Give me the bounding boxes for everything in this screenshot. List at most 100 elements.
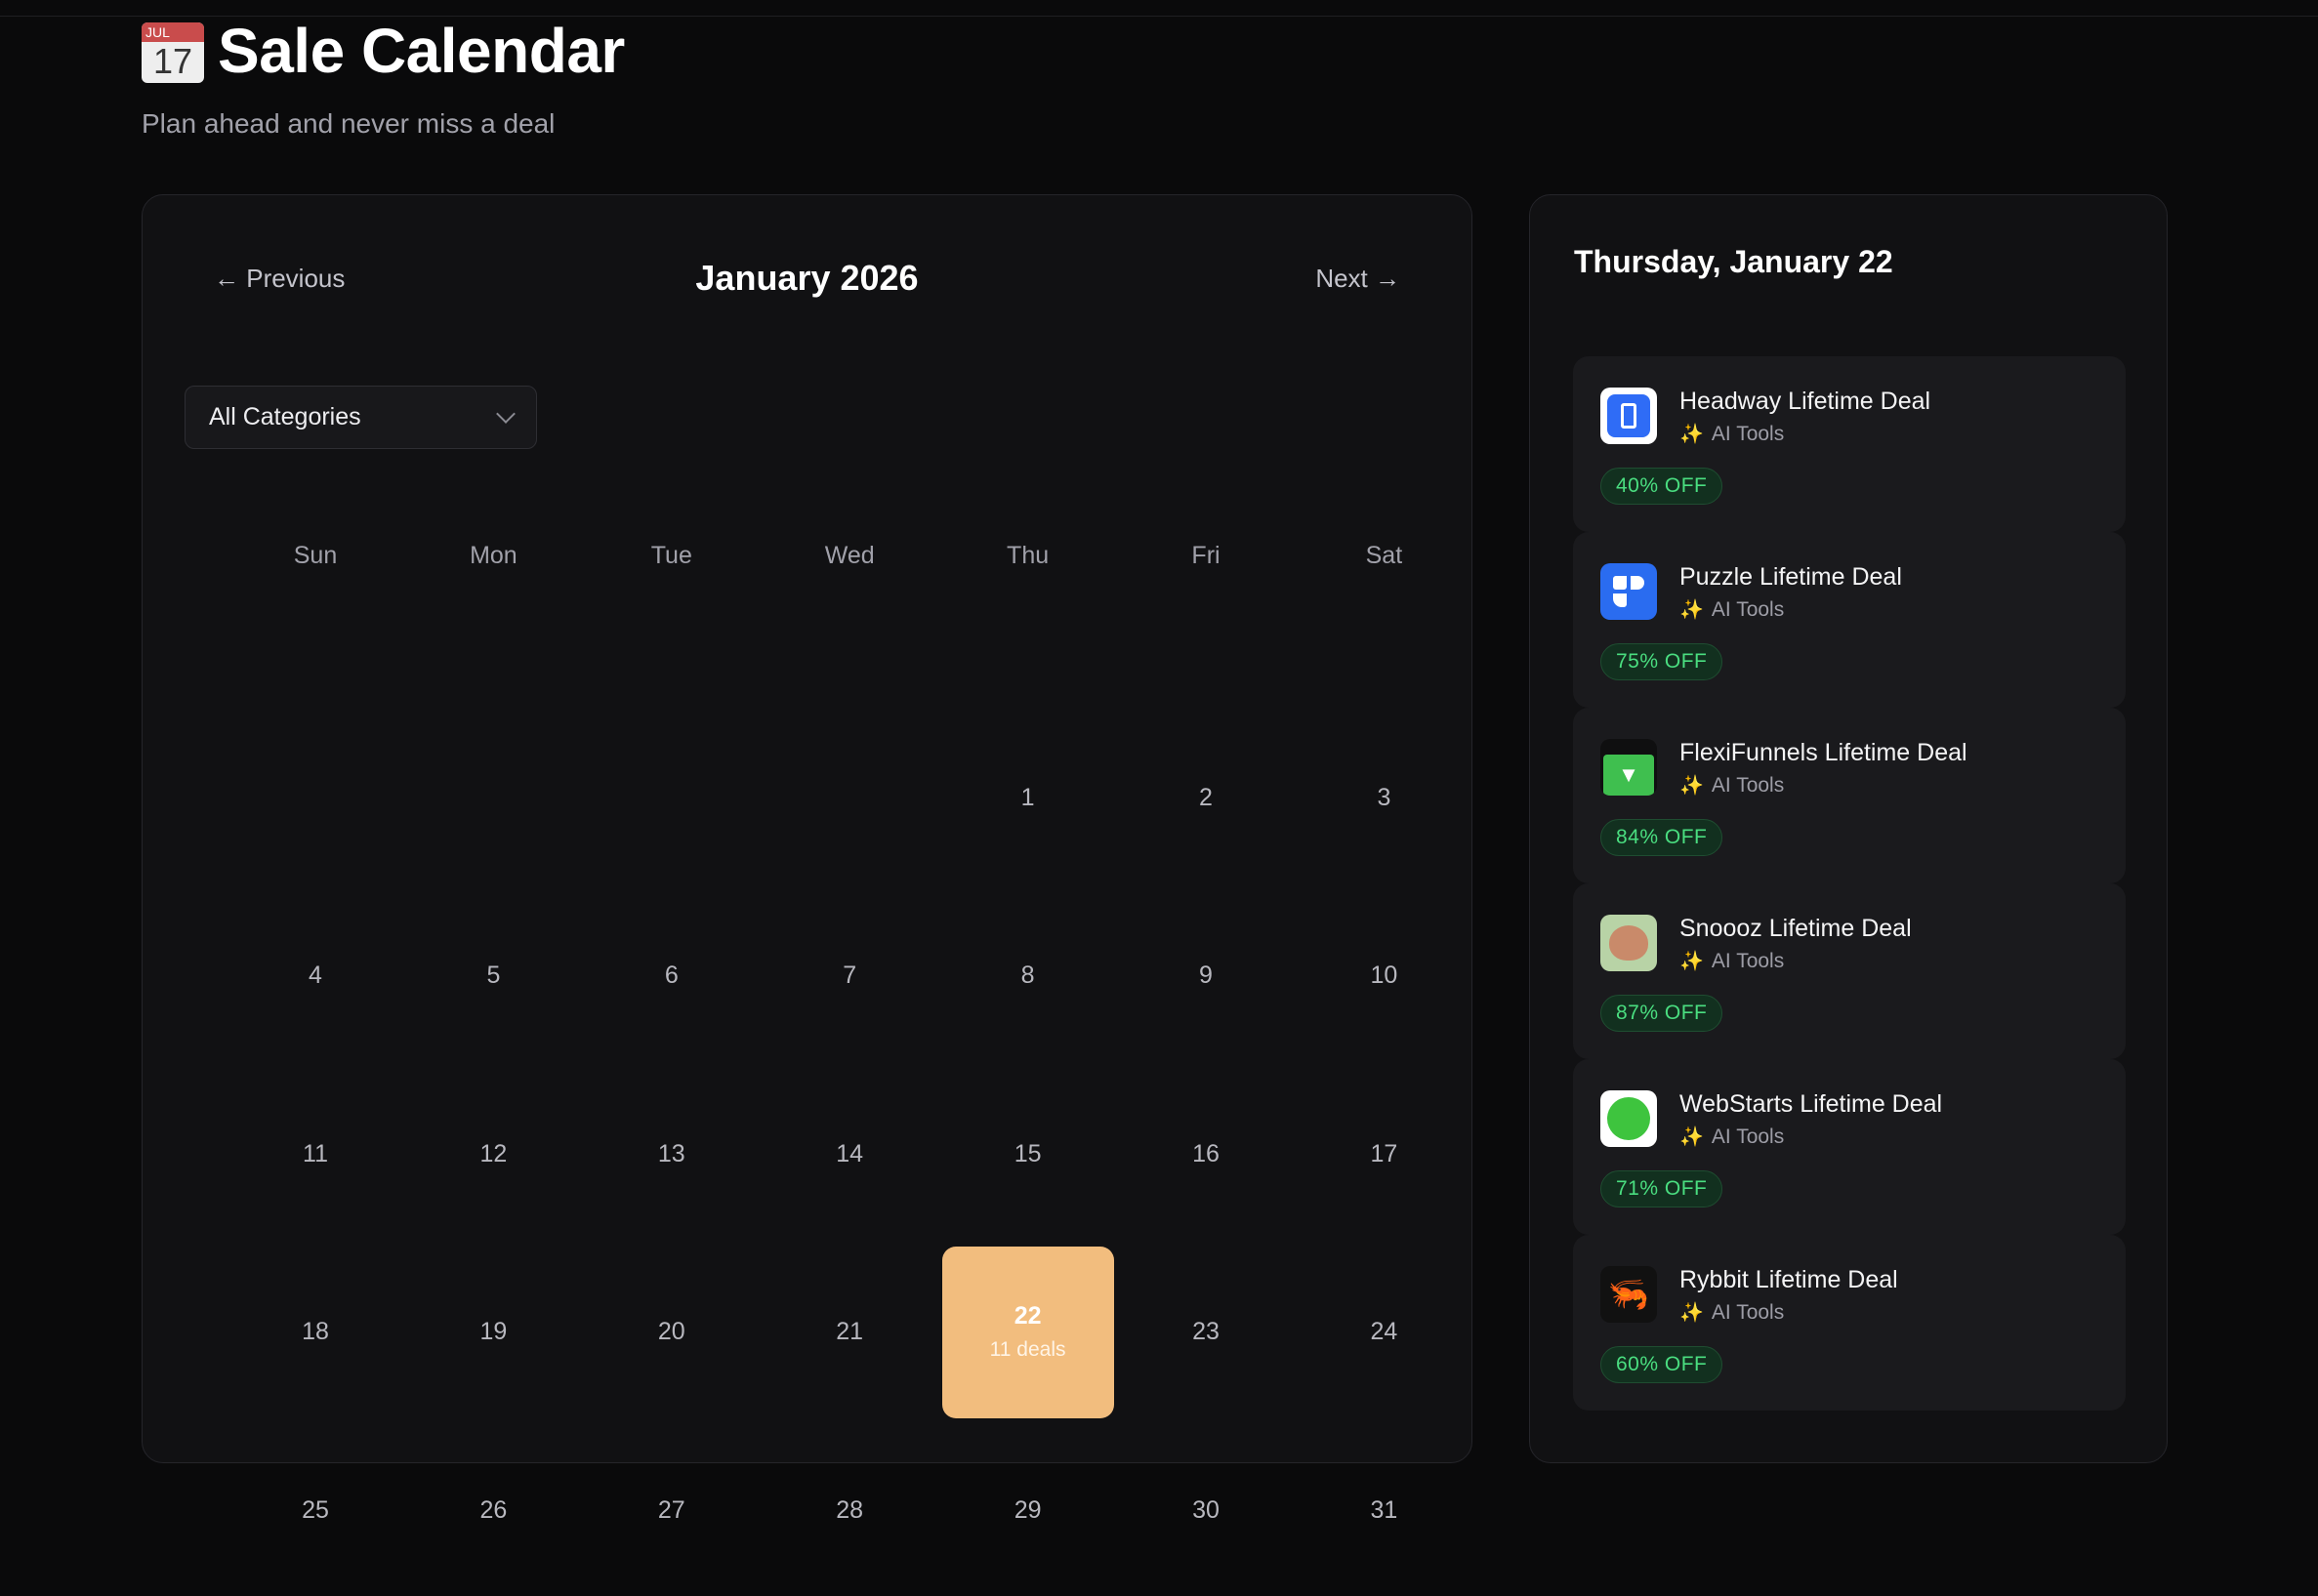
deal-card[interactable]: Headway Lifetime Deal ✨ AI Tools 40% OFF <box>1573 356 2126 532</box>
calendar-panel: ← Previous January 2026 Next → All Categ… <box>142 194 1472 1524</box>
day-number: 28 <box>836 1495 864 1524</box>
calendar-day-22[interactable]: 22 11 deals <box>941 1246 1114 1418</box>
deal-category: ✨ AI Tools <box>1679 597 1784 622</box>
deal-category: ✨ AI Tools <box>1679 1125 1784 1149</box>
calendar-day-5[interactable]: 5 <box>407 890 579 1062</box>
sparkle-icon: ✨ <box>1679 424 1704 445</box>
deal-category-label: AI Tools <box>1711 949 1785 972</box>
weekday-sun: Sun <box>293 542 338 569</box>
calendar-day-26[interactable]: 26 <box>407 1424 579 1596</box>
webstarts-logo-icon <box>1600 1090 1657 1147</box>
day-number: 29 <box>1014 1495 1042 1524</box>
deal-category: ✨ AI Tools <box>1679 773 1784 798</box>
day-number: 15 <box>1014 1139 1042 1167</box>
discount-badge: 71% OFF <box>1600 1170 1723 1207</box>
sparkle-icon: ✨ <box>1679 951 1704 972</box>
day-detail-panel: Thursday, January 22 Headway Lifetime De… <box>1529 194 2168 1463</box>
day-number: 16 <box>1192 1139 1220 1167</box>
deal-card[interactable]: 🦐 Rybbit Lifetime Deal ✨ AI Tools 60% OFF <box>1573 1235 2126 1411</box>
category-select[interactable]: All Categories <box>185 386 537 449</box>
calendar-day-31[interactable]: 31 <box>1298 1424 1469 1596</box>
day-number: 19 <box>479 1318 508 1346</box>
snoooz-logo-icon <box>1600 915 1657 971</box>
discount-badge: 60% OFF <box>1600 1346 1723 1383</box>
puzzle-logo-icon <box>1600 563 1657 620</box>
day-number: 24 <box>1370 1318 1398 1346</box>
calendar-day-4[interactable]: 4 <box>229 890 401 1062</box>
day-number: 30 <box>1192 1495 1220 1524</box>
day-number: 13 <box>657 1139 685 1167</box>
calendar-day-18[interactable]: 18 <box>229 1247 401 1418</box>
day-number: 1 <box>1020 783 1035 811</box>
day-number: 10 <box>1370 962 1398 990</box>
weekday-header: Sun Mon Tue Wed Thu Fri Sat <box>143 542 1471 581</box>
calendar-day-21[interactable]: 21 <box>764 1247 935 1418</box>
day-number: 26 <box>479 1495 508 1524</box>
calendar-day-3[interactable]: 3 <box>1298 712 1469 883</box>
day-number: 20 <box>657 1318 685 1346</box>
calendar-day-8[interactable]: 8 <box>942 890 1114 1062</box>
day-number: 21 <box>836 1318 864 1346</box>
month-title: January 2026 <box>695 258 919 298</box>
deal-category: ✨ AI Tools <box>1679 422 1784 446</box>
calendar-day-16[interactable]: 16 <box>1120 1068 1292 1240</box>
calendar-day-6[interactable]: 6 <box>586 890 758 1062</box>
deal-card[interactable]: Puzzle Lifetime Deal ✨ AI Tools 75% OFF <box>1573 532 2126 708</box>
calendar-day-17[interactable]: 17 <box>1298 1068 1469 1240</box>
calendar-day-25[interactable]: 25 <box>229 1424 401 1596</box>
discount-badge: 75% OFF <box>1600 643 1723 680</box>
deal-name: Rybbit Lifetime Deal <box>1679 1266 1898 1293</box>
deal-category-label: AI Tools <box>1711 422 1785 445</box>
deal-card[interactable]: ▼ FlexiFunnels Lifetime Deal ✨ AI Tools 84% … <box>1573 708 2126 883</box>
calendar-day-19[interactable]: 19 <box>407 1247 579 1418</box>
calendar-emoji-month: JUL <box>142 22 204 42</box>
deal-category: ✨ AI Tools <box>1679 949 1784 973</box>
day-number: 14 <box>836 1139 864 1167</box>
deal-name: FlexiFunnels Lifetime Deal <box>1679 739 1967 766</box>
calendar-day-15[interactable]: 15 <box>942 1068 1114 1240</box>
calendar-day-24[interactable]: 24 <box>1298 1247 1469 1418</box>
sparkle-icon: ✨ <box>1679 1302 1704 1324</box>
page-header: JUL 17 Sale Calendar Plan ahead and neve… <box>142 15 625 140</box>
discount-badge: 40% OFF <box>1600 468 1723 505</box>
deal-category: ✨ AI Tools <box>1679 1300 1784 1325</box>
calendar-day-27[interactable]: 27 <box>586 1424 758 1596</box>
calendar-day-30[interactable]: 30 <box>1120 1424 1292 1596</box>
calendar-day-14[interactable]: 14 <box>764 1068 935 1240</box>
chevron-down-icon <box>496 403 516 424</box>
calendar-day-29[interactable]: 29 <box>942 1424 1114 1596</box>
deal-name: WebStarts Lifetime Deal <box>1679 1090 1943 1118</box>
deal-name: Snoooz Lifetime Deal <box>1679 915 1912 942</box>
deal-card[interactable]: Snoooz Lifetime Deal ✨ AI Tools 87% OFF <box>1573 883 2126 1059</box>
calendar-day-12[interactable]: 12 <box>407 1068 579 1240</box>
page-title: Sale Calendar <box>218 16 625 86</box>
day-number: 9 <box>1199 962 1213 990</box>
next-month-button[interactable]: Next → <box>1315 254 1400 303</box>
calendar-day-2[interactable]: 2 <box>1120 712 1292 883</box>
calendar-day-28[interactable]: 28 <box>764 1424 935 1596</box>
flexifunnels-logo-icon: ▼ <box>1600 739 1657 796</box>
selected-date-title: Thursday, January 22 <box>1574 244 1893 279</box>
calendar-day-10[interactable]: 10 <box>1298 890 1469 1062</box>
day-number: 3 <box>1377 783 1391 811</box>
calendar-day-7[interactable]: 7 <box>764 890 935 1062</box>
weekday-fri: Fri <box>1191 542 1221 569</box>
title-row: JUL 17 Sale Calendar <box>142 15 625 87</box>
deal-card[interactable]: WebStarts Lifetime Deal ✨ AI Tools 71% OFF <box>1573 1059 2126 1235</box>
category-select-value: All Categories <box>209 403 361 430</box>
deal-category-label: AI Tools <box>1711 1125 1785 1148</box>
calendar-day-20[interactable]: 20 <box>586 1247 758 1418</box>
deal-name: Puzzle Lifetime Deal <box>1679 563 1902 591</box>
day-number: 7 <box>843 962 857 990</box>
calendar-day-1[interactable]: 1 <box>942 712 1114 883</box>
discount-badge: 87% OFF <box>1600 995 1723 1032</box>
page-subtitle: Plan ahead and never miss a deal <box>142 108 556 139</box>
calendar-day-11[interactable]: 11 <box>229 1068 401 1240</box>
calendar-day-9[interactable]: 9 <box>1120 890 1292 1062</box>
deal-category-label: AI Tools <box>1711 1300 1785 1324</box>
calendar-day-13[interactable]: 13 <box>586 1068 758 1240</box>
day-number: 8 <box>1020 962 1035 990</box>
calendar-nav: ← Previous January 2026 Next → <box>214 254 1400 303</box>
deal-name: Headway Lifetime Deal <box>1679 388 1931 415</box>
calendar-day-23[interactable]: 23 <box>1120 1247 1292 1418</box>
